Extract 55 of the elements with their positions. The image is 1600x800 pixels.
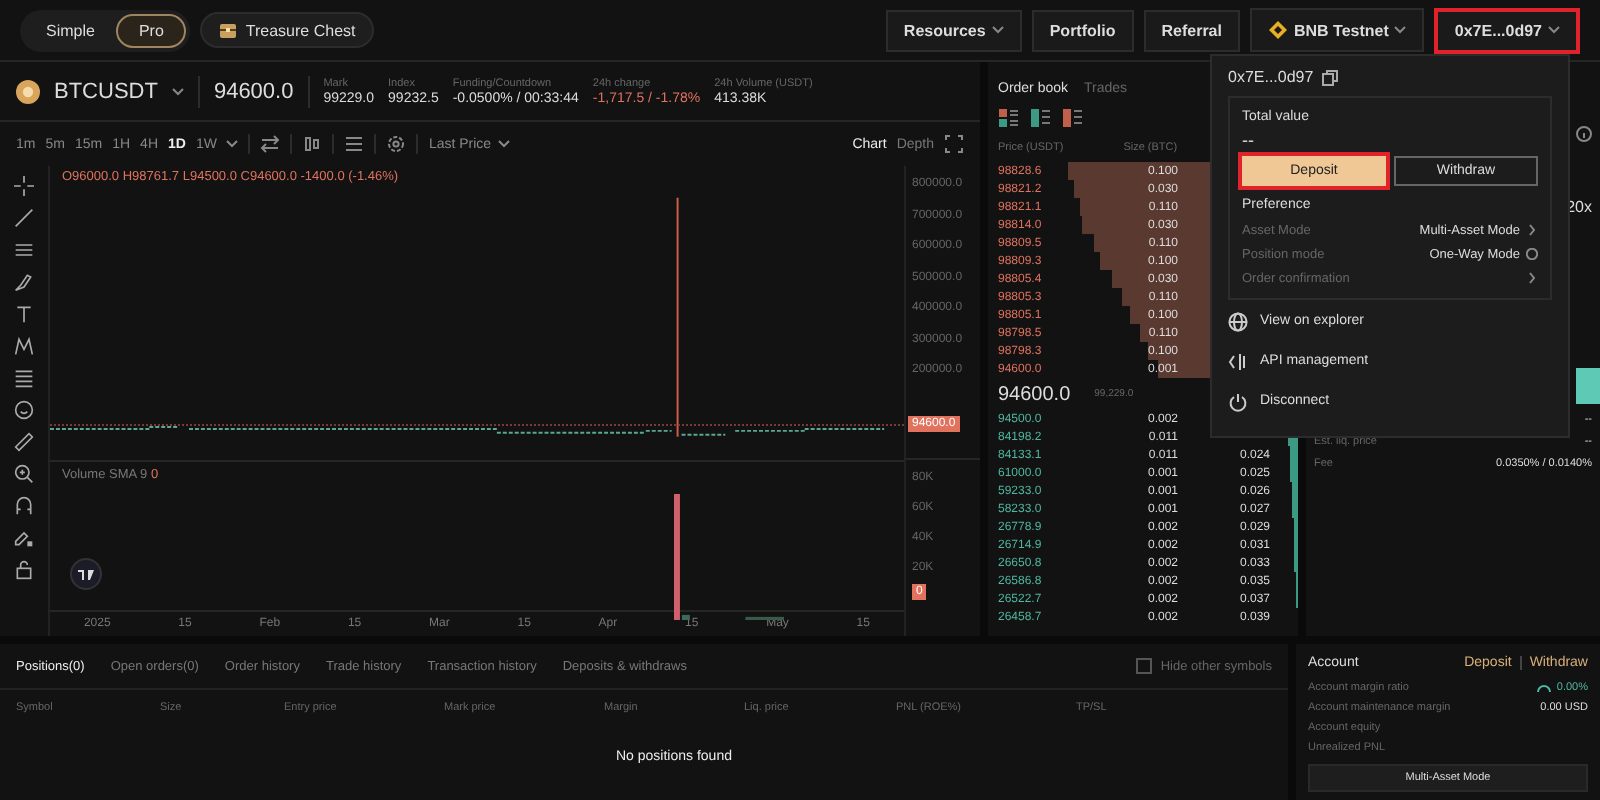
fibonacci-icon[interactable]: [14, 368, 34, 388]
brush-icon[interactable]: [14, 272, 34, 292]
caret-icon: [991, 26, 1004, 34]
zoom-icon[interactable]: [14, 464, 34, 484]
treasure-chest-button[interactable]: Treasure Chest: [199, 12, 374, 48]
mid-price: 94600.0: [998, 383, 1071, 405]
info-icon: [1526, 248, 1538, 260]
volume-bars-drawing: [673, 494, 785, 621]
settings-icon[interactable]: [386, 134, 407, 154]
api-icon: [1228, 351, 1248, 371]
bitcoin-icon: [16, 79, 40, 103]
chevron-icon[interactable]: [1526, 224, 1538, 236]
caret-icon: [171, 87, 184, 95]
symbol-selector[interactable]: BTCUSDT: [54, 79, 158, 103]
caret-icon: [226, 140, 239, 148]
nav-button[interactable]: Referral: [1143, 9, 1240, 51]
last-price: 94600.0: [213, 79, 294, 103]
both-sides-icon[interactable]: [998, 108, 1018, 128]
info-icon: [1576, 126, 1592, 142]
caret-icon: [497, 140, 510, 148]
fullscreen-icon[interactable]: [944, 134, 964, 154]
copy-icon[interactable]: [1321, 69, 1338, 85]
network-button[interactable]: BNB Testnet: [1249, 8, 1425, 52]
caret-icon: [1548, 26, 1560, 34]
power-icon: [1228, 391, 1248, 411]
ruler-icon[interactable]: [14, 432, 34, 452]
checkbox[interactable]: [1136, 658, 1153, 674]
total-value: --: [1242, 128, 1256, 154]
gauge-icon: [1536, 680, 1553, 696]
bids-only-icon[interactable]: [1030, 108, 1050, 128]
resources-menu[interactable]: Resources: [885, 9, 1022, 51]
chevron-icon[interactable]: [1526, 272, 1538, 284]
mode-tab[interactable]: Pro: [116, 13, 186, 47]
caret-icon: [1394, 26, 1407, 34]
chest-icon: [217, 20, 238, 40]
magnet-icon[interactable]: [14, 496, 34, 516]
swap-icon[interactable]: [260, 134, 281, 154]
pencil-lock-icon[interactable]: [14, 528, 34, 548]
crosshair-icon[interactable]: [14, 176, 34, 196]
mode-tab[interactable]: Simple: [24, 13, 117, 47]
globe-icon: [1228, 311, 1248, 331]
asks-only-icon[interactable]: [1062, 108, 1082, 128]
pattern-icon[interactable]: [14, 336, 34, 356]
wallet-address: 0x7E...0d97: [1228, 68, 1314, 86]
smiley-icon[interactable]: [14, 400, 34, 420]
nav-button[interactable]: Portfolio: [1031, 9, 1134, 51]
wallet-button[interactable]: 0x7E...0d97: [1434, 7, 1580, 53]
parallel-lines-icon[interactable]: [14, 240, 34, 260]
indicators-icon[interactable]: [344, 134, 365, 154]
lock-icon[interactable]: [14, 560, 34, 580]
bnb-icon: [1267, 20, 1288, 40]
trend-line-icon[interactable]: [14, 208, 34, 228]
candles-icon[interactable]: [302, 134, 323, 154]
chart-logo-icon: [70, 558, 102, 590]
text-icon[interactable]: [14, 304, 34, 324]
